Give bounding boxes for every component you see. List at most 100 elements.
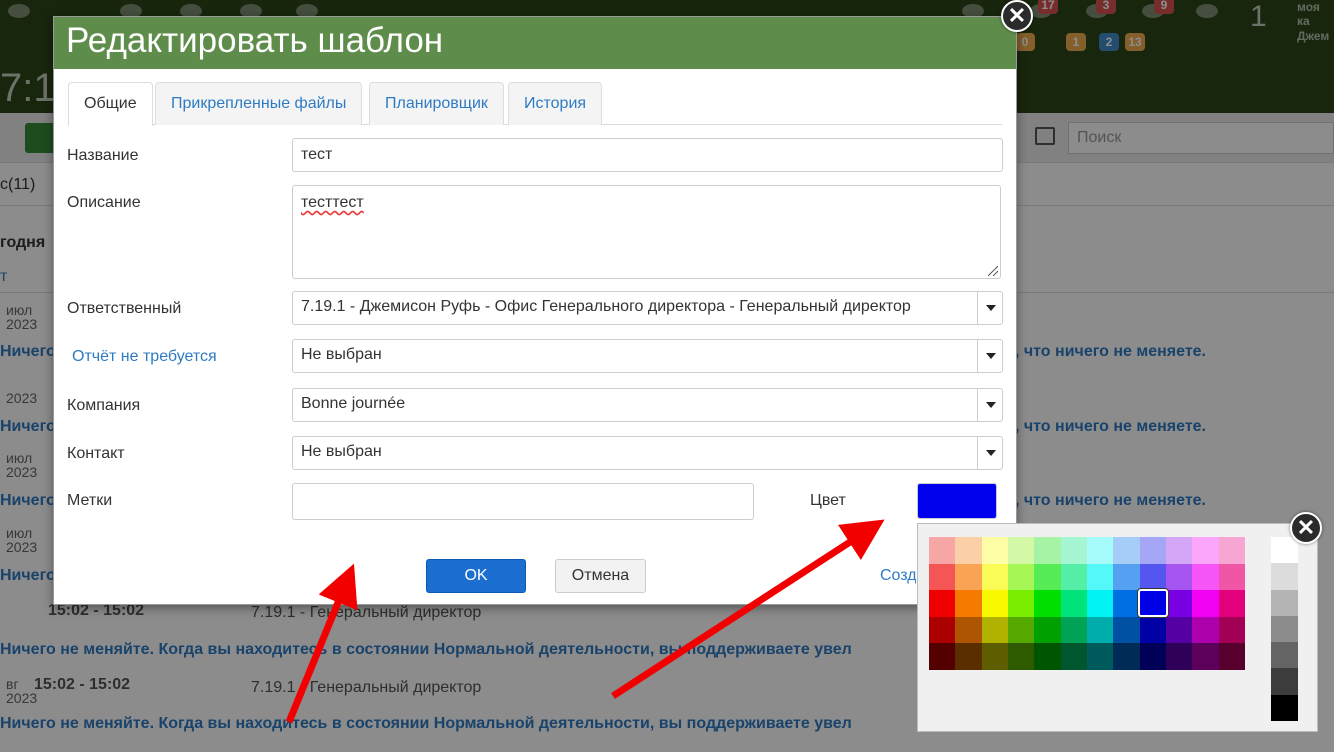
palette-color-cell[interactable] xyxy=(1113,590,1140,617)
palette-color-cell[interactable] xyxy=(1087,563,1114,591)
create-link[interactable]: Созд xyxy=(880,567,916,585)
ok-button[interactable]: OK xyxy=(426,559,526,593)
chevron-down-icon[interactable] xyxy=(977,389,1002,421)
palette-color-cell[interactable] xyxy=(1218,643,1245,670)
palette-color-cell[interactable] xyxy=(1218,563,1245,591)
palette-color-cell[interactable] xyxy=(1192,590,1219,617)
palette-color-cell[interactable] xyxy=(929,563,956,591)
palette-color-cell[interactable] xyxy=(1060,590,1087,617)
chevron-down-icon[interactable] xyxy=(977,292,1002,324)
palette-color-cell[interactable] xyxy=(955,537,982,564)
palette-color-cell[interactable] xyxy=(1139,616,1166,644)
contact-value: Не выбран xyxy=(301,443,382,460)
name-label: Название xyxy=(67,147,139,164)
palette-color-cell[interactable] xyxy=(1166,643,1193,670)
palette-color-cell[interactable] xyxy=(1139,643,1166,670)
palette-color-cell[interactable] xyxy=(929,537,956,564)
tab-scheduler[interactable]: Планировщик xyxy=(369,82,504,125)
color-palette-grid xyxy=(929,537,1245,670)
tab-history[interactable]: История xyxy=(508,82,603,125)
palette-color-cell[interactable] xyxy=(929,590,956,617)
palette-color-cell[interactable] xyxy=(929,643,956,670)
gray-color-cell[interactable] xyxy=(1271,589,1298,616)
company-select[interactable]: Bonne journée xyxy=(292,388,1003,422)
palette-color-cell[interactable] xyxy=(955,643,982,670)
palette-color-cell[interactable] xyxy=(1034,643,1061,670)
palette-color-cell[interactable] xyxy=(955,563,982,591)
palette-color-cell[interactable] xyxy=(1087,616,1114,644)
resize-handle-icon[interactable] xyxy=(988,266,998,276)
palette-color-cell[interactable] xyxy=(929,616,956,644)
gray-color-cell[interactable] xyxy=(1271,537,1298,564)
contact-label: Контакт xyxy=(67,445,125,462)
palette-color-cell[interactable] xyxy=(1166,563,1193,591)
palette-color-cell[interactable] xyxy=(955,616,982,644)
palette-color-cell[interactable] xyxy=(981,563,1008,591)
edit-template-dialog: Редактировать шаблон Общие Прикрепленные… xyxy=(53,16,1017,605)
chevron-down-icon[interactable] xyxy=(977,340,1002,372)
palette-color-cell[interactable] xyxy=(1087,590,1114,617)
palette-color-cell[interactable] xyxy=(1218,537,1245,564)
report-label[interactable]: Отчёт не требуется xyxy=(72,348,217,366)
dialog-title: Редактировать шаблон xyxy=(54,17,1016,69)
palette-color-cell[interactable] xyxy=(981,590,1008,617)
close-icon[interactable]: ✕ xyxy=(1001,0,1033,32)
tab-general[interactable]: Общие xyxy=(68,82,153,126)
gray-color-cell[interactable] xyxy=(1271,563,1298,590)
palette-color-cell[interactable] xyxy=(1008,616,1035,644)
palette-color-cell[interactable] xyxy=(1113,563,1140,591)
tab-bar: Общие Прикрепленные файлы Планировщик Ис… xyxy=(68,82,1002,126)
palette-color-cell[interactable] xyxy=(1166,616,1193,644)
tab-attachments[interactable]: Прикрепленные файлы xyxy=(155,82,363,125)
report-select[interactable]: Не выбран xyxy=(292,339,1003,373)
palette-color-cell[interactable] xyxy=(1139,563,1166,591)
description-textarea[interactable]: тесттест xyxy=(292,185,1001,279)
contact-select[interactable]: Не выбран xyxy=(292,436,1003,470)
cancel-button[interactable]: Отмена xyxy=(555,559,646,593)
palette-color-cell[interactable] xyxy=(1034,590,1061,617)
color-swatch[interactable] xyxy=(917,483,997,519)
palette-color-cell[interactable] xyxy=(1060,537,1087,564)
palette-color-cell[interactable] xyxy=(1060,616,1087,644)
tags-input[interactable] xyxy=(292,483,754,520)
palette-color-cell[interactable] xyxy=(1113,537,1140,564)
palette-color-cell[interactable] xyxy=(1087,537,1114,564)
palette-color-cell[interactable] xyxy=(1087,643,1114,670)
palette-color-cell[interactable] xyxy=(981,643,1008,670)
palette-color-cell[interactable] xyxy=(1192,643,1219,670)
close-icon[interactable]: ✕ xyxy=(1290,512,1322,544)
gray-color-cell[interactable] xyxy=(1271,668,1298,695)
selected-color-marker xyxy=(1138,589,1168,617)
responsible-select[interactable]: 7.19.1 - Джемисон Руфь - Офис Генерально… xyxy=(292,291,1003,325)
gray-color-cell[interactable] xyxy=(1271,642,1298,669)
gray-color-cell[interactable] xyxy=(1271,615,1298,643)
gray-color-cell[interactable] xyxy=(1271,694,1298,721)
palette-color-cell[interactable] xyxy=(1008,537,1035,564)
palette-color-cell[interactable] xyxy=(1008,643,1035,670)
palette-color-cell[interactable] xyxy=(1192,616,1219,644)
palette-color-cell[interactable] xyxy=(1192,563,1219,591)
palette-color-cell[interactable] xyxy=(1166,590,1193,617)
chevron-down-icon[interactable] xyxy=(977,437,1002,469)
palette-color-cell[interactable] xyxy=(1218,590,1245,617)
palette-color-cell[interactable] xyxy=(1008,590,1035,617)
name-input[interactable]: тест xyxy=(292,138,1003,172)
responsible-value: 7.19.1 - Джемисон Руфь - Офис Генерально… xyxy=(301,298,911,315)
palette-color-cell[interactable] xyxy=(1034,616,1061,644)
description-label: Описание xyxy=(67,194,141,211)
palette-color-cell[interactable] xyxy=(1139,537,1166,564)
palette-color-cell[interactable] xyxy=(1166,537,1193,564)
palette-color-cell[interactable] xyxy=(1113,643,1140,670)
color-picker-popup xyxy=(917,523,1318,732)
palette-color-cell[interactable] xyxy=(1113,616,1140,644)
palette-color-cell[interactable] xyxy=(1218,616,1245,644)
palette-color-cell[interactable] xyxy=(981,537,1008,564)
palette-color-cell[interactable] xyxy=(955,590,982,617)
palette-color-cell[interactable] xyxy=(1034,537,1061,564)
palette-color-cell[interactable] xyxy=(1008,563,1035,591)
palette-color-cell[interactable] xyxy=(1060,643,1087,670)
palette-color-cell[interactable] xyxy=(1060,563,1087,591)
palette-color-cell[interactable] xyxy=(1192,537,1219,564)
palette-color-cell[interactable] xyxy=(981,616,1008,644)
palette-color-cell[interactable] xyxy=(1034,563,1061,591)
